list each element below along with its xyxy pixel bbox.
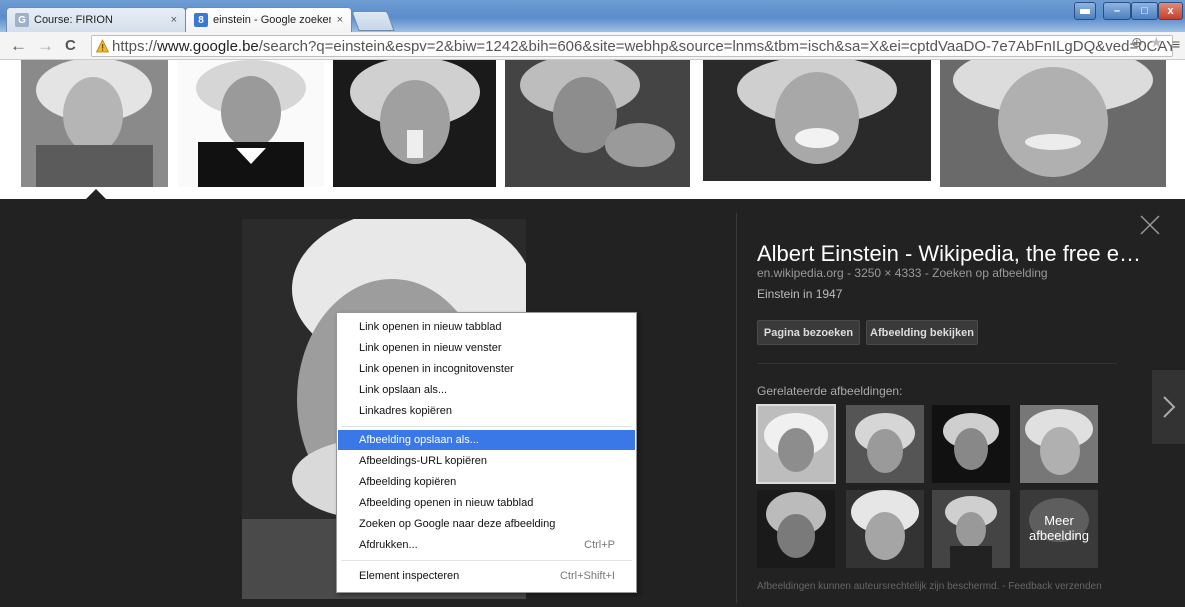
panel-footer: Afbeeldingen kunnen auteursrechtelijk zi… xyxy=(757,581,1102,592)
menu-item-open-link-incognito[interactable]: Link openen in incognitovenster xyxy=(338,359,635,379)
more-images-label[interactable]: Meer afbeelding xyxy=(1020,513,1098,543)
menu-item-open-link-new-window[interactable]: Link openen in nieuw venster xyxy=(338,338,635,358)
menu-separator xyxy=(341,560,632,561)
related-image[interactable] xyxy=(757,490,835,568)
selected-result-caret xyxy=(86,189,106,199)
menu-item-label: Afbeelding kopiëren xyxy=(359,476,457,488)
image-result-thumbnail[interactable] xyxy=(178,60,324,187)
menu-item-label: Afbeelding opslaan als... xyxy=(359,434,479,446)
menu-item-print[interactable]: Afdrukken... Ctrl+P xyxy=(338,535,635,555)
menu-item-label: Link openen in incognitovenster xyxy=(359,363,514,375)
bookmark-star-icon[interactable]: ★ xyxy=(1150,34,1163,51)
menu-item-inspect-element[interactable]: Element inspecteren Ctrl+Shift+I xyxy=(338,566,635,586)
back-button[interactable]: ← xyxy=(10,36,27,56)
menu-item-label: Zoeken op Google naar deze afbeelding xyxy=(359,518,556,530)
insecure-content-icon xyxy=(96,39,109,53)
url-scheme: https:// xyxy=(112,37,158,55)
tab-einstein-google[interactable]: 8 einstein - Google zoeken × xyxy=(185,7,352,32)
menu-item-label: Afdrukken... xyxy=(359,539,418,551)
visit-page-button[interactable]: Pagina bezoeken xyxy=(757,320,860,345)
menu-item-save-link-as[interactable]: Link opslaan als... xyxy=(338,380,635,400)
menu-item-save-image-as[interactable]: Afbeelding opslaan als... xyxy=(338,430,635,450)
menu-item-open-link-new-tab[interactable]: Link openen in nieuw tabblad xyxy=(338,317,635,337)
related-image[interactable] xyxy=(756,404,836,484)
more-images-line-1: Meer xyxy=(1044,513,1074,528)
tab-close-icon[interactable]: × xyxy=(337,14,343,26)
footer-separator: - xyxy=(1002,581,1006,592)
menu-item-copy-link-address[interactable]: Linkadres kopiëren xyxy=(338,401,635,421)
tab-close-icon[interactable]: × xyxy=(171,14,177,26)
course-favicon-icon: G xyxy=(15,13,29,27)
close-window-button[interactable]: x xyxy=(1158,2,1183,20)
search-by-image-link[interactable]: Zoeken op afbeelding xyxy=(932,266,1047,280)
menu-icon[interactable]: ≡ xyxy=(1172,36,1180,52)
image-result-thumbnail[interactable] xyxy=(703,60,931,181)
menu-item-label: Afbeeldings-URL kopiëren xyxy=(359,455,487,467)
image-result-thumbnail[interactable] xyxy=(505,60,690,187)
result-title[interactable]: Albert Einstein - Wikipedia, the free e… xyxy=(757,241,1141,267)
related-image[interactable] xyxy=(932,490,1010,568)
feedback-link[interactable]: Feedback verzenden xyxy=(1008,581,1101,592)
related-image[interactable] xyxy=(1020,405,1098,483)
url-host: www.google.be xyxy=(157,37,259,55)
tab-course-firion[interactable]: G Course: FIRION × xyxy=(6,7,186,32)
menu-separator xyxy=(341,426,632,427)
menu-item-label: Linkadres kopiëren xyxy=(359,405,452,417)
image-result-thumbnail[interactable] xyxy=(333,60,496,187)
panel-divider xyxy=(736,213,737,603)
related-images-label: Gerelateerde afbeeldingen: xyxy=(757,384,903,398)
menu-item-open-image-new-tab[interactable]: Afbeelding openen in nieuw tabblad xyxy=(338,493,635,513)
related-image[interactable] xyxy=(932,405,1010,483)
more-images-line-2: afbeelding xyxy=(1029,528,1089,543)
address-bar[interactable]: https://www.google.be/search?q=einstein&… xyxy=(91,35,1173,57)
context-menu: Link openen in nieuw tabblad Link openen… xyxy=(336,312,637,593)
next-result-button[interactable] xyxy=(1152,370,1185,444)
menu-item-label: Link openen in nieuw tabblad xyxy=(359,321,502,333)
view-image-button[interactable]: Afbeelding bekijken xyxy=(866,320,978,345)
menu-item-search-google-image[interactable]: Zoeken op Google naar deze afbeelding xyxy=(338,514,635,534)
panel-separator xyxy=(757,363,1117,364)
menu-item-shortcut: Ctrl+P xyxy=(584,539,615,551)
forward-button[interactable]: → xyxy=(37,36,54,56)
browser-toolbar: ← → C https://www.google.be/search?q=ein… xyxy=(0,32,1185,60)
menu-item-label: Link opslaan als... xyxy=(359,384,448,396)
result-dimensions: 3250 × 4333 xyxy=(854,266,922,280)
image-result-thumbnail[interactable] xyxy=(21,60,168,187)
url-path: /search?q=einstein&espv=2&biw=1242&bih=6… xyxy=(258,37,1173,55)
new-tab-button[interactable] xyxy=(351,11,395,31)
menu-item-label: Afbeelding openen in nieuw tabblad xyxy=(359,497,534,509)
person-icon xyxy=(1080,9,1090,14)
reload-button[interactable]: C xyxy=(65,37,76,54)
chevron-right-icon xyxy=(1162,396,1175,418)
menu-item-copy-image[interactable]: Afbeelding kopiëren xyxy=(338,472,635,492)
menu-item-label: Link openen in nieuw venster xyxy=(359,342,502,354)
related-image[interactable] xyxy=(846,490,924,568)
close-icon[interactable] xyxy=(1139,214,1161,236)
result-source[interactable]: en.wikipedia.org xyxy=(757,266,844,280)
window-titlebar: G Course: FIRION × 8 einstein - Google z… xyxy=(0,0,1185,32)
tab-label: Course: FIRION xyxy=(34,14,113,26)
result-meta: en.wikipedia.org - 3250 × 4333 - Zoeken … xyxy=(757,266,1048,280)
image-results-strip xyxy=(0,60,1185,200)
google-favicon-icon: 8 xyxy=(194,13,208,27)
window-settings-button[interactable] xyxy=(1074,2,1096,20)
zoom-icon[interactable]: ⊕ xyxy=(1131,34,1143,51)
menu-item-shortcut: Ctrl+Shift+I xyxy=(559,570,615,582)
menu-item-label: Element inspecteren xyxy=(359,570,460,582)
image-result-thumbnail[interactable] xyxy=(940,60,1166,187)
copyright-notice: Afbeeldingen kunnen auteursrechtelijk zi… xyxy=(757,581,1000,592)
related-image[interactable] xyxy=(846,405,924,483)
minimize-button[interactable]: – xyxy=(1103,2,1131,20)
tab-label: einstein - Google zoeken xyxy=(213,14,331,26)
maximize-button[interactable]: □ xyxy=(1131,2,1158,20)
menu-item-copy-image-url[interactable]: Afbeeldings-URL kopiëren xyxy=(338,451,635,471)
result-caption: Einstein in 1947 xyxy=(757,287,843,301)
